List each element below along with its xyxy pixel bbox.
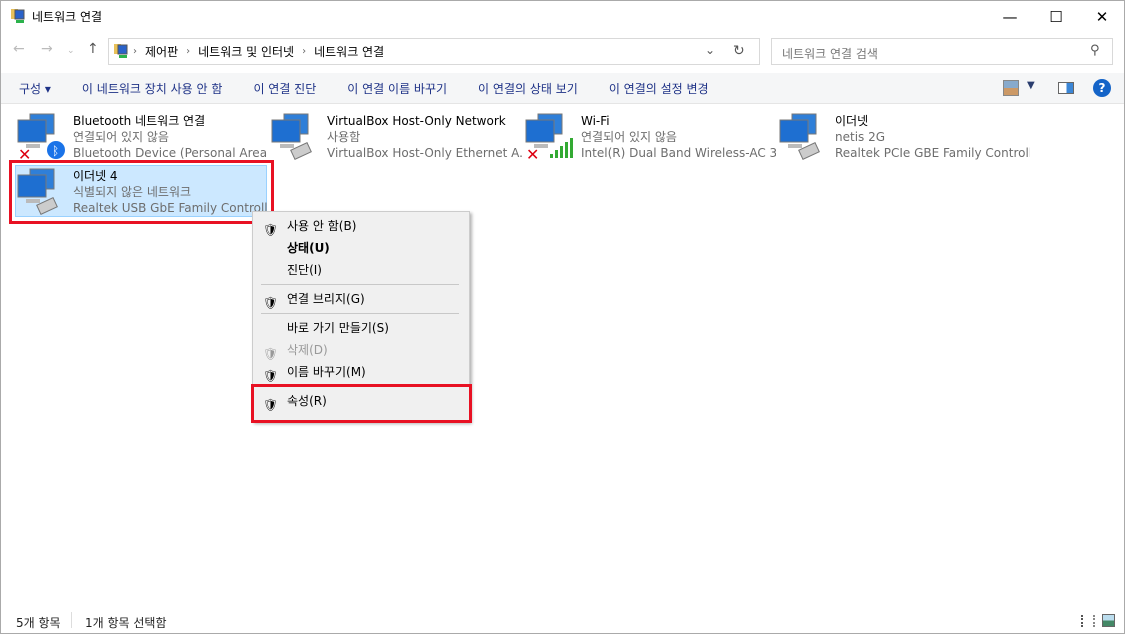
highlight-box [251,384,472,423]
menu-label: 진단(I) [287,263,322,277]
connection-wifi[interactable]: ✕ Wi-Fi 연결되어 있지 않음 Intel(R) Dual Band Wire… [524,110,778,164]
recent-chevron-icon[interactable]: ⌄ [67,46,75,56]
breadcrumb-control-panel[interactable]: 제어판 [145,43,178,60]
breadcrumb-network-internet[interactable]: 네트워크 및 인터넷 [198,43,294,60]
command-bar: 구성 ▾ 이 네트워크 장치 사용 안 함 이 연결 진단 이 연결 이름 바꾸… [1,73,1124,104]
ethernet-adapter-icon [271,113,312,160]
connection-virtualbox[interactable]: VirtualBox Host-Only Network 사용함 VirtualBo… [270,110,524,164]
menu-label: 연결 브리지(G) [287,292,365,306]
connection-status: 연결되어 있지 않음 [73,130,169,144]
view-options-icon[interactable] [1003,80,1019,96]
view-status-button[interactable]: 이 연결의 상태 보기 [478,80,578,97]
uac-shield-icon: 🛡 [263,296,279,310]
large-icons-view-icon[interactable] [1102,614,1115,627]
connection-name: 이더넷 [835,114,869,128]
refresh-icon[interactable]: ↻ [733,43,745,59]
menu-item-status[interactable]: 상태(U) [253,237,469,259]
connection-status: netis 2G [835,130,886,144]
rename-button[interactable]: 이 연결 이름 바꾸기 [347,80,447,97]
breadcrumb-separator: › [186,46,191,57]
breadcrumb-separator: › [302,46,307,57]
menu-item-diagnose[interactable]: 진단(I) [253,259,469,281]
connection-device: Realtek PCIe GBE Family Controller [835,146,1030,160]
chevron-down-icon[interactable]: ⌄ [705,43,715,57]
highlight-box [9,160,274,224]
connection-device: Bluetooth Device (Personal Area ... [73,146,268,160]
menu-label: 삭제(D) [287,343,328,357]
menu-item-rename[interactable]: 🛡 이름 바꾸기(M) [253,361,469,383]
minimize-button[interactable]: — [987,1,1033,33]
menu-label: 사용 안 함(B) [287,219,357,233]
change-settings-button[interactable]: 이 연결의 설정 변경 [609,80,709,97]
diagnose-button[interactable]: 이 연결 진단 [253,80,316,97]
menu-label: 상태(U) [287,241,330,255]
connection-status: 연결되어 있지 않음 [581,130,677,144]
search-input[interactable]: 네트워크 연결 검색 [771,38,1113,65]
connection-device: Intel(R) Dual Band Wireless-AC 3... [581,146,776,160]
connection-device: VirtualBox Host-Only Ethernet A... [327,146,522,160]
svg-text:✕: ✕ [526,145,539,162]
svg-text:ᛒ: ᛒ [52,144,59,158]
status-divider [71,612,72,628]
status-bar: 5개 항목 1개 항목 선택함 [1,606,1124,634]
menu-item-delete: 🛡 삭제(D) [253,339,469,361]
ethernet-adapter-icon [779,113,820,160]
item-count: 5개 항목 [16,616,61,630]
network-folder-icon [114,44,128,58]
menu-label: 이름 바꾸기(M) [287,365,366,379]
window-title: 네트워크 연결 [32,10,103,24]
title-bar: 네트워크 연결 — ☐ ✕ [1,1,1125,33]
search-icon: ⚲ [1090,43,1100,58]
wifi-adapter-icon: ✕ [525,113,573,162]
close-button[interactable]: ✕ [1079,1,1125,33]
menu-item-bridge[interactable]: 🛡 연결 브리지(G) [253,288,469,310]
connection-status: 사용함 [327,130,361,144]
menu-item-shortcut[interactable]: 바로 가기 만들기(S) [253,317,469,339]
breadcrumb-separator: › [133,46,137,57]
details-view-icon[interactable] [1081,615,1095,627]
up-arrow-icon[interactable]: ↑ [87,41,99,57]
disable-device-button[interactable]: 이 네트워크 장치 사용 안 함 [82,80,223,97]
maximize-button[interactable]: ☐ [1033,1,1079,33]
address-bar[interactable]: › 제어판 › 네트워크 및 인터넷 › 네트워크 연결 ⌄ ↻ [108,38,760,65]
connection-bluetooth[interactable]: ✕ ᛒ Bluetooth 네트워크 연결연결되어 있지 않음 Bluetooth … [16,110,270,164]
preview-pane-icon[interactable] [1058,82,1074,94]
network-folder-icon [11,9,25,23]
view-dropdown-icon[interactable]: ▼ [1027,80,1035,91]
connection-name: Bluetooth 네트워크 연결 [73,114,206,128]
forward-arrow-icon[interactable]: → [41,41,53,57]
connection-name: Wi-Fi [581,114,610,128]
organize-button[interactable]: 구성 ▾ [19,80,51,97]
connection-name: VirtualBox Host-Only Network [327,114,506,128]
breadcrumb-network-connections[interactable]: 네트워크 연결 [314,43,384,60]
menu-separator [261,284,459,285]
menu-item-disable[interactable]: 🛡 사용 안 함(B) [253,215,469,237]
selected-count: 1개 항목 선택함 [85,616,167,630]
connection-ethernet[interactable]: 이더넷 netis 2G Realtek PCIe GBE Family Contr… [778,110,1032,164]
help-icon[interactable]: ? [1093,79,1111,97]
back-arrow-icon[interactable]: ← [13,41,25,57]
menu-separator [261,313,459,314]
menu-label: 바로 가기 만들기(S) [287,321,389,335]
network-adapter-icon: ✕ ᛒ [17,113,65,162]
